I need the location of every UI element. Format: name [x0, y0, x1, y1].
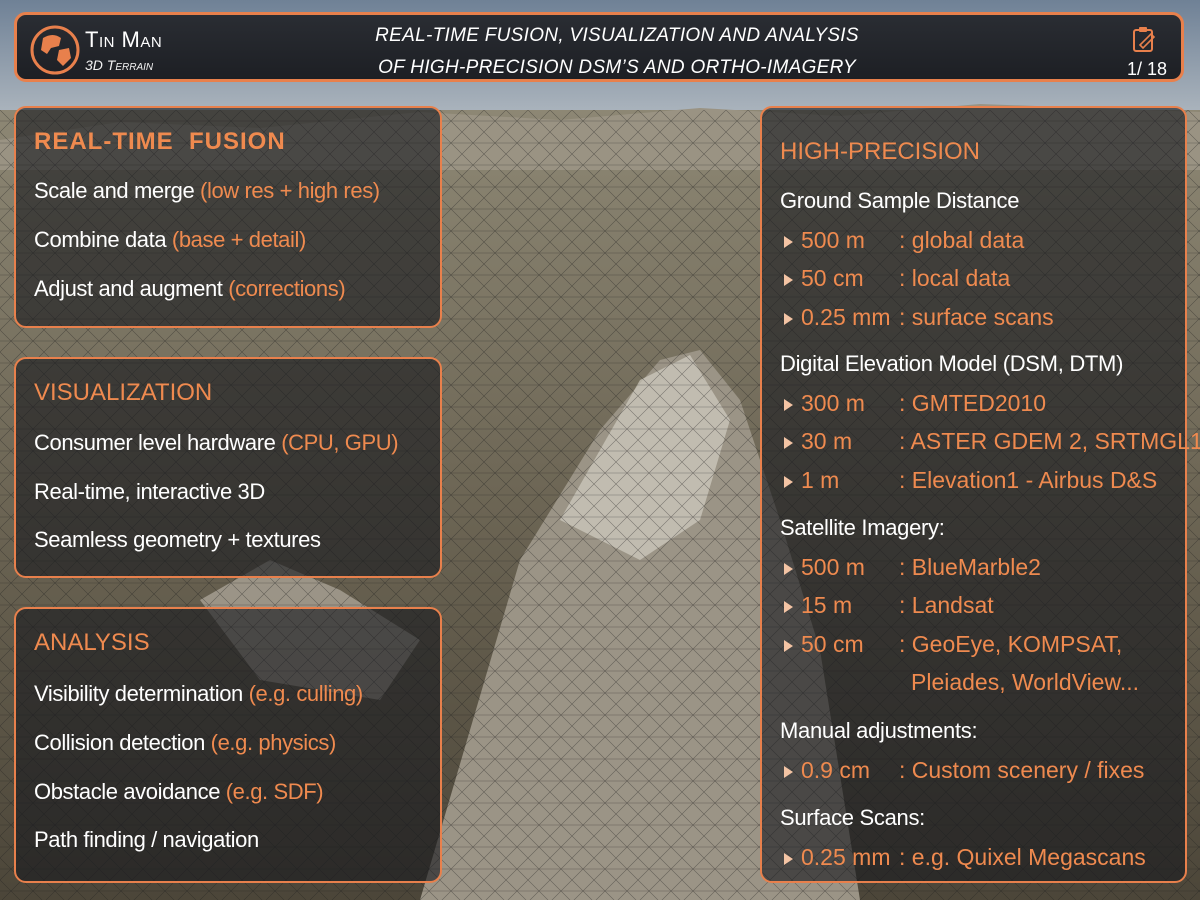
panel-title: ANALYSIS	[34, 629, 150, 656]
visualization-panel: VISUALIZATION Consumer level hardware (C…	[14, 357, 442, 578]
arrow-icon	[784, 639, 793, 652]
header-bar: Tin Man 3D Terrain REAL-TIME FUSION, VIS…	[14, 12, 1184, 82]
arrow-icon	[784, 312, 793, 325]
realtime-fusion-panel: REAL-TIME FUSION Scale and merge (low re…	[14, 106, 442, 328]
arrow-icon	[784, 235, 793, 248]
list-item: Obstacle avoidance (e.g. SDF)	[34, 779, 324, 804]
arrow-icon	[784, 562, 793, 575]
panel-title: REAL-TIME FUSION	[34, 128, 286, 155]
list-item: 30 m: ASTER GDEM 2, SRTMGL1	[784, 428, 1200, 455]
arrow-icon	[784, 273, 793, 286]
page-indicator: 1/ 18	[1126, 59, 1167, 79]
gsd-label: Ground Sample Distance	[780, 188, 1020, 213]
manual-label: Manual adjustments:	[780, 718, 978, 743]
list-item: 500 m: global data	[784, 227, 1024, 254]
arrow-icon	[784, 852, 793, 865]
list-item: Path finding / navigation	[34, 827, 259, 852]
dem-label: Digital Elevation Model (DSM, DTM)	[780, 351, 1124, 376]
brand-subtitle: 3D Terrain	[85, 57, 154, 73]
headline-line-2: OF HIGH-PRECISION DSM’S AND ORTHO-IMAGER…	[378, 57, 856, 78]
list-item: 1 m: Elevation1 - Airbus D&S	[784, 467, 1157, 494]
panel-title: VISUALIZATION	[34, 379, 213, 406]
headline-line-1: REAL-TIME FUSION, VISUALIZATION AND ANAL…	[375, 25, 859, 46]
list-item: 0.9 cm: Custom scenery / fixes	[784, 757, 1144, 784]
list-item: 0.25 mm: e.g. Quixel Megascans	[784, 844, 1146, 871]
panel-title: HIGH-PRECISION	[780, 138, 981, 165]
list-item: Scale and merge (low res + high res)	[34, 178, 380, 203]
list-item: 50 cm: local data	[784, 265, 1010, 292]
arrow-icon	[784, 475, 793, 488]
arrow-icon	[784, 600, 793, 613]
clipboard-icon[interactable]	[1131, 25, 1157, 53]
list-item: Collision detection (e.g. physics)	[34, 730, 336, 755]
high-precision-panel: HIGH-PRECISION Ground Sample Distance 50…	[760, 106, 1200, 883]
list-item: Combine data (base + detail)	[34, 227, 306, 252]
globe-icon	[29, 24, 81, 76]
list-item: 0.25 mm: surface scans	[784, 304, 1054, 331]
analysis-panel: ANALYSIS Visibility determination (e.g. …	[14, 607, 442, 883]
list-item: Visibility determination (e.g. culling)	[34, 681, 363, 706]
list-item: 50 cm: GeoEye, KOMPSAT,	[784, 631, 1122, 658]
scan-label: Surface Scans:	[780, 805, 925, 830]
arrow-icon	[784, 765, 793, 778]
list-item: 500 m: BlueMarble2	[784, 554, 1041, 581]
list-item: Consumer level hardware (CPU, GPU)	[34, 430, 399, 455]
list-item: 15 m: Landsat	[784, 592, 994, 619]
list-item-continuation: Pleiades, WorldView...	[911, 669, 1139, 695]
satellite-label: Satellite Imagery:	[780, 515, 945, 540]
list-item: Real-time, interactive 3D	[34, 479, 265, 504]
brand-title: Tin Man	[85, 27, 163, 52]
list-item: Seamless geometry + textures	[34, 527, 321, 552]
arrow-icon	[784, 436, 793, 449]
list-item: Adjust and augment (corrections)	[34, 276, 346, 301]
arrow-icon	[784, 398, 793, 411]
list-item: 300 m: GMTED2010	[784, 390, 1046, 417]
